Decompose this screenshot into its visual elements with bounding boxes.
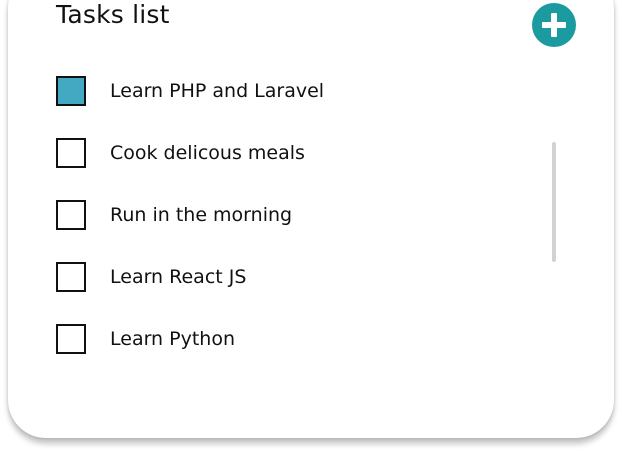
task-item[interactable]: Learn React JS bbox=[56, 262, 526, 292]
task-label: Cook delicous meals bbox=[110, 142, 305, 164]
scrollbar[interactable] bbox=[552, 142, 556, 262]
add-task-button[interactable] bbox=[532, 3, 576, 47]
task-label: Learn React JS bbox=[110, 266, 247, 288]
task-item[interactable]: Learn Python bbox=[56, 324, 526, 354]
task-item[interactable]: Cook delicous meals bbox=[56, 138, 526, 168]
task-list: Learn PHP and Laravel Cook delicous meal… bbox=[56, 76, 526, 386]
task-checkbox[interactable] bbox=[56, 76, 86, 106]
task-checkbox[interactable] bbox=[56, 262, 86, 292]
task-checkbox[interactable] bbox=[56, 324, 86, 354]
task-label: Run in the morning bbox=[110, 204, 293, 226]
task-item[interactable]: Run in the morning bbox=[56, 200, 526, 230]
plus-icon bbox=[542, 13, 566, 37]
task-label: Learn Python bbox=[110, 328, 236, 350]
task-label: Learn PHP and Laravel bbox=[110, 80, 325, 102]
tasks-card: Tasks list Learn PHP and Laravel Cook de… bbox=[8, 0, 614, 438]
task-checkbox[interactable] bbox=[56, 200, 86, 230]
task-checkbox[interactable] bbox=[56, 138, 86, 168]
task-item[interactable]: Learn PHP and Laravel bbox=[56, 76, 526, 106]
page-title: Tasks list bbox=[56, 0, 170, 29]
